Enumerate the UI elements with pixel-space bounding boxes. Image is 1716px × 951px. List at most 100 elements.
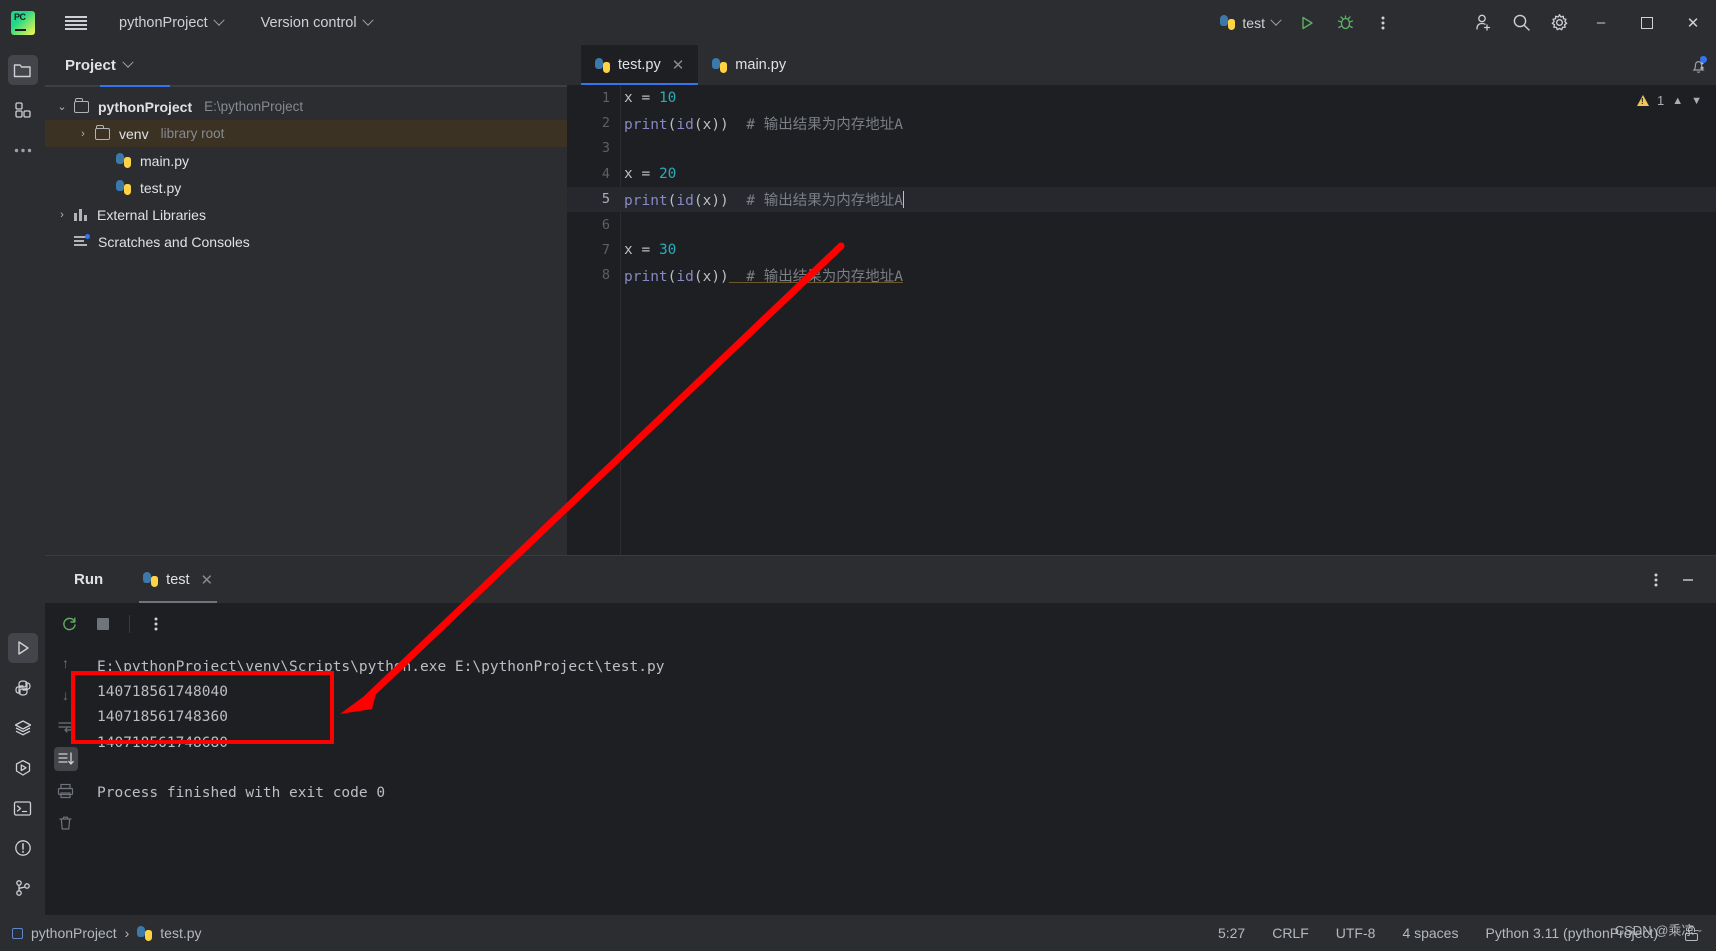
code-line[interactable]: 8 print(id(x)) # 输出结果为内存地址A xyxy=(567,263,1716,288)
breadcrumb-item-project[interactable]: pythonProject xyxy=(31,925,117,941)
python-file-icon xyxy=(137,925,153,941)
line-content: x = 30 xyxy=(624,242,677,259)
more-actions-icon[interactable] xyxy=(1364,0,1402,45)
rerun-icon[interactable] xyxy=(55,610,83,638)
run-button[interactable] xyxy=(1288,0,1326,45)
add-user-icon[interactable] xyxy=(1464,0,1502,45)
editor-tab-bar: test.py ✕ main.py xyxy=(567,45,1716,85)
tree-item-venv[interactable]: › venv library root xyxy=(45,120,567,147)
code-line[interactable]: 3 xyxy=(567,136,1716,161)
console-output[interactable]: E:\pythonProject\venv\Scripts\python.exe… xyxy=(86,645,1716,916)
search-icon[interactable] xyxy=(1502,0,1540,45)
project-name-dropdown[interactable]: pythonProject xyxy=(113,11,229,35)
prev-problem-icon[interactable]: ▲ xyxy=(1672,95,1683,107)
editor-area: test.py ✕ main.py 1 x = 10 2 print(id(x)) # 输… xyxy=(567,45,1716,555)
code-line[interactable]: 5 print(id(x)) # 输出结果为内存地址A xyxy=(567,186,1716,212)
close-icon[interactable]: ✕ xyxy=(672,56,685,74)
line-content: x = 10 xyxy=(624,89,677,106)
sidebar-item-problems[interactable] xyxy=(8,833,38,863)
tree-item-external-libraries[interactable]: › External Libraries xyxy=(45,201,567,228)
line-separator[interactable]: CRLF xyxy=(1272,925,1309,941)
run-configuration-label: test xyxy=(1242,14,1265,31)
editor-tab-label: main.py xyxy=(735,57,787,73)
left-activity-bar xyxy=(0,45,45,915)
tree-item-test-py[interactable]: test.py xyxy=(45,174,567,201)
close-window-button[interactable]: ✕ xyxy=(1670,0,1716,45)
code-line[interactable]: 1 x = 10 xyxy=(567,85,1716,110)
editor-tab-main-py[interactable]: main.py xyxy=(698,45,800,85)
tree-item-main-py[interactable]: main.py xyxy=(45,147,567,174)
version-control-dropdown[interactable]: Version control xyxy=(255,11,378,35)
editor-tab-label: test.py xyxy=(618,57,661,73)
sidebar-item-terminal[interactable] xyxy=(8,793,38,823)
run-panel-header: Run test ✕ xyxy=(45,556,1716,603)
python-file-icon xyxy=(116,180,131,195)
console-line: 140718561748360 xyxy=(97,709,228,726)
run-panel-more-icon[interactable] xyxy=(1642,566,1670,594)
file-encoding[interactable]: UTF-8 xyxy=(1336,925,1376,941)
project-panel-header[interactable]: Project xyxy=(45,45,567,85)
sidebar-item-more[interactable] xyxy=(8,135,38,165)
sidebar-item-python-console[interactable] xyxy=(8,673,38,703)
run-panel-minimize-icon[interactable] xyxy=(1674,566,1702,594)
tree-twisty-icon[interactable]: › xyxy=(76,128,90,140)
scroll-down-icon[interactable]: ↓ xyxy=(54,683,78,707)
tree-item-sublabel: library root xyxy=(160,126,225,141)
line-number: 4 xyxy=(601,165,610,182)
minimize-window-button[interactable]: – xyxy=(1578,0,1624,45)
sidebar-item-structure[interactable] xyxy=(8,95,38,125)
python-file-icon xyxy=(143,572,159,587)
print-icon[interactable] xyxy=(54,779,78,803)
library-icon xyxy=(74,208,88,221)
tree-item-label: External Libraries xyxy=(97,206,206,223)
sidebar-item-python-packages[interactable] xyxy=(8,713,38,743)
sidebar-item-services[interactable] xyxy=(8,753,38,783)
tree-item-scratches-and-consoles[interactable]: Scratches and Consoles xyxy=(45,228,567,255)
line-number: 8 xyxy=(601,267,610,284)
maximize-window-button[interactable] xyxy=(1624,0,1670,45)
scroll-up-icon[interactable]: ↑ xyxy=(54,651,78,675)
debug-button[interactable] xyxy=(1326,0,1364,45)
console-line: Process finished with exit code 0 xyxy=(97,785,386,802)
run-tab-label: test xyxy=(166,571,190,588)
run-panel-title: Run xyxy=(74,571,104,588)
pycharm-logo-text: PC xyxy=(14,11,26,22)
stop-icon[interactable] xyxy=(89,610,117,638)
sidebar-item-run[interactable] xyxy=(7,633,38,663)
close-icon[interactable]: ✕ xyxy=(201,571,214,589)
inspection-widget[interactable]: 1 ▲ ▼ xyxy=(1636,93,1702,108)
indent-setting[interactable]: 4 spaces xyxy=(1402,925,1458,941)
soft-wrap-icon[interactable] xyxy=(54,715,78,739)
notifications-icon[interactable] xyxy=(1684,52,1712,80)
breadcrumb-item-file[interactable]: test.py xyxy=(160,925,201,941)
gear-icon[interactable] xyxy=(1540,0,1578,45)
project-panel-title: Project xyxy=(65,56,116,74)
tree-twisty-icon[interactable]: ⌄ xyxy=(55,100,69,113)
tree-item-pythonproject[interactable]: ⌄ pythonProject E:\pythonProject xyxy=(45,93,567,120)
scroll-to-end-icon[interactable] xyxy=(53,747,78,771)
clear-all-icon[interactable] xyxy=(54,811,78,835)
run-tab-test[interactable]: test ✕ xyxy=(139,556,218,603)
hamburger-menu-icon[interactable] xyxy=(65,14,87,32)
caret-position[interactable]: 5:27 xyxy=(1218,925,1245,941)
run-toolbar-more-icon[interactable] xyxy=(142,610,170,638)
code-line[interactable]: 6 xyxy=(567,212,1716,237)
line-content: print(id(x)) # 输出结果为内存地址A xyxy=(624,268,903,285)
next-problem-icon[interactable]: ▼ xyxy=(1691,95,1702,107)
chevron-down-icon xyxy=(361,14,374,26)
tree-twisty-icon[interactable]: › xyxy=(55,209,69,221)
code-line[interactable]: 4 x = 20 xyxy=(567,161,1716,186)
chevron-down-icon xyxy=(122,56,134,68)
code-area[interactable]: 1 x = 10 2 print(id(x)) # 输出结果为内存地址A 3 4 x = 2… xyxy=(567,85,1716,555)
warning-triangle-icon xyxy=(1636,95,1649,106)
sidebar-item-project[interactable] xyxy=(7,55,38,85)
code-line[interactable]: 7 x = 30 xyxy=(567,237,1716,262)
project-module-icon xyxy=(12,927,23,939)
code-line[interactable]: 2 print(id(x)) # 输出结果为内存地址A xyxy=(567,110,1716,135)
line-content: x = 20 xyxy=(624,165,677,182)
sidebar-item-version-control[interactable] xyxy=(8,873,38,903)
run-configuration-selector[interactable]: test xyxy=(1212,11,1288,35)
csdn-watermark: CSDN @乘凉~ xyxy=(1614,923,1702,938)
editor-tab-test-py[interactable]: test.py ✕ xyxy=(581,45,699,85)
